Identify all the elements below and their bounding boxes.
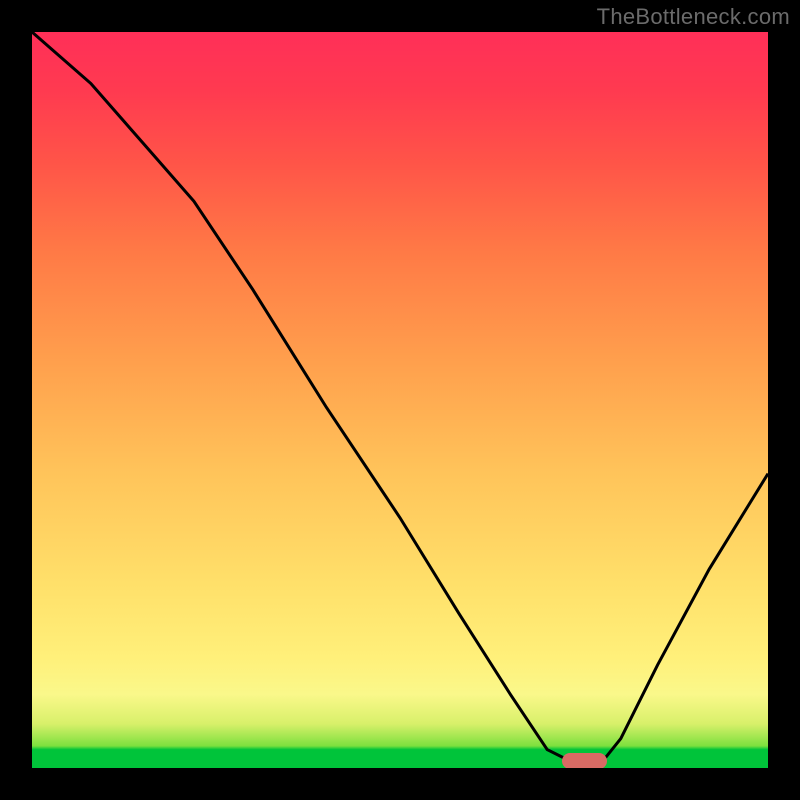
plot-area [32,32,768,768]
curve-overlay [32,32,768,768]
chart-canvas: TheBottleneck.com [0,0,800,800]
optimal-marker [562,753,607,768]
watermark-text: TheBottleneck.com [597,4,790,30]
bottleneck-curve [32,32,768,761]
